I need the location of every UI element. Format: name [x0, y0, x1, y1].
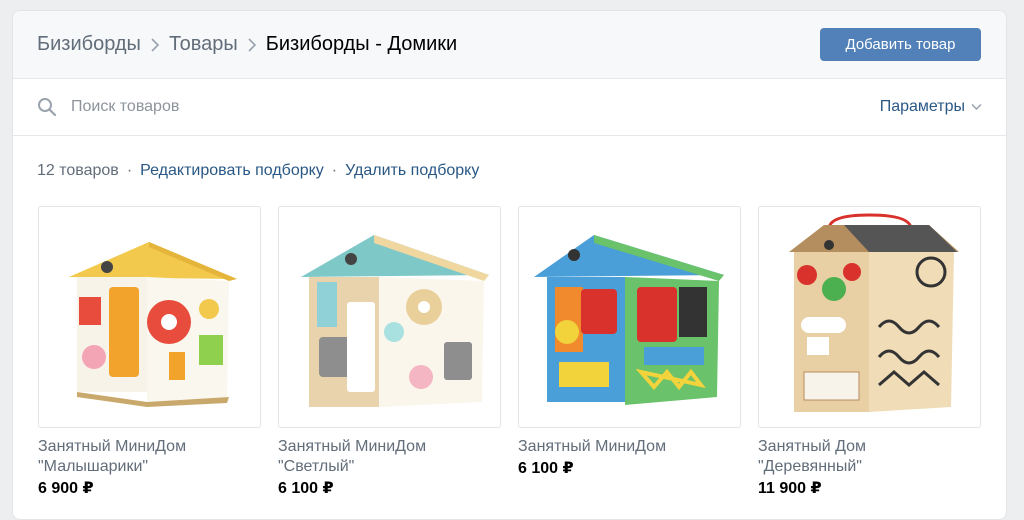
product-name[interactable]: Занятный МиниДом "Светлый"	[278, 437, 501, 477]
product-count: 12 товаров	[37, 162, 119, 179]
breadcrumb: Бизиборды Товары Бизиборды - Домики	[37, 33, 457, 56]
product-price: 11 900 ₽	[758, 480, 822, 497]
chevron-right-icon	[141, 37, 169, 52]
params-dropdown[interactable]: Параметры	[880, 98, 982, 116]
product-image[interactable]	[38, 206, 261, 428]
search-bar: Параметры	[13, 79, 1006, 136]
delete-collection-link[interactable]: Удалить подборку	[345, 162, 479, 180]
collection-meta: 12 товаров · Редактировать подборку · Уд…	[37, 162, 479, 180]
product-name[interactable]: Занятный МиниДом "Малышарики"	[38, 437, 261, 477]
search-input[interactable]	[71, 98, 671, 116]
breadcrumb-item-current: Бизиборды - Домики	[265, 33, 458, 55]
market-card: Бизиборды Товары Бизиборды - Домики Доба…	[12, 10, 1007, 520]
product-image[interactable]	[278, 206, 501, 428]
product-price: 6 100 ₽	[518, 460, 574, 477]
add-product-button[interactable]: Добавить товар	[820, 28, 981, 61]
edit-collection-link[interactable]: Редактировать подборку	[140, 162, 324, 180]
separator-dot: ·	[331, 162, 338, 179]
product-name[interactable]: Занятный МиниДом	[518, 437, 741, 457]
params-label: Параметры	[879, 98, 965, 115]
breadcrumb-item-busyboards[interactable]: Бизиборды	[37, 33, 141, 56]
product-price: 6 100 ₽	[278, 480, 334, 497]
breadcrumb-item-goods[interactable]: Товары	[169, 33, 238, 56]
search-icon	[38, 98, 57, 117]
product-price: 6 900 ₽	[38, 480, 94, 497]
header: Бизиборды Товары Бизиборды - Домики Доба…	[13, 11, 1006, 79]
product-name[interactable]: Занятный Дом "Деревянный"	[758, 437, 981, 477]
chevron-down-icon	[971, 103, 982, 111]
product-image[interactable]	[518, 206, 741, 428]
product-card[interactable]: Занятный МиниДом "Малышарики" 6 900 ₽	[38, 206, 261, 498]
product-card[interactable]: Занятный Дом "Деревянный" 11 900 ₽	[758, 206, 981, 498]
product-card[interactable]: Занятный МиниДом "Светлый" 6 100 ₽	[278, 206, 501, 498]
chevron-right-icon	[238, 37, 266, 52]
product-grid: Занятный МиниДом "Малышарики" 6 900 ₽ За…	[38, 206, 981, 498]
product-card[interactable]: Занятный МиниДом 6 100 ₽	[518, 206, 741, 498]
separator-dot: ·	[126, 162, 133, 179]
product-image[interactable]	[758, 206, 981, 428]
